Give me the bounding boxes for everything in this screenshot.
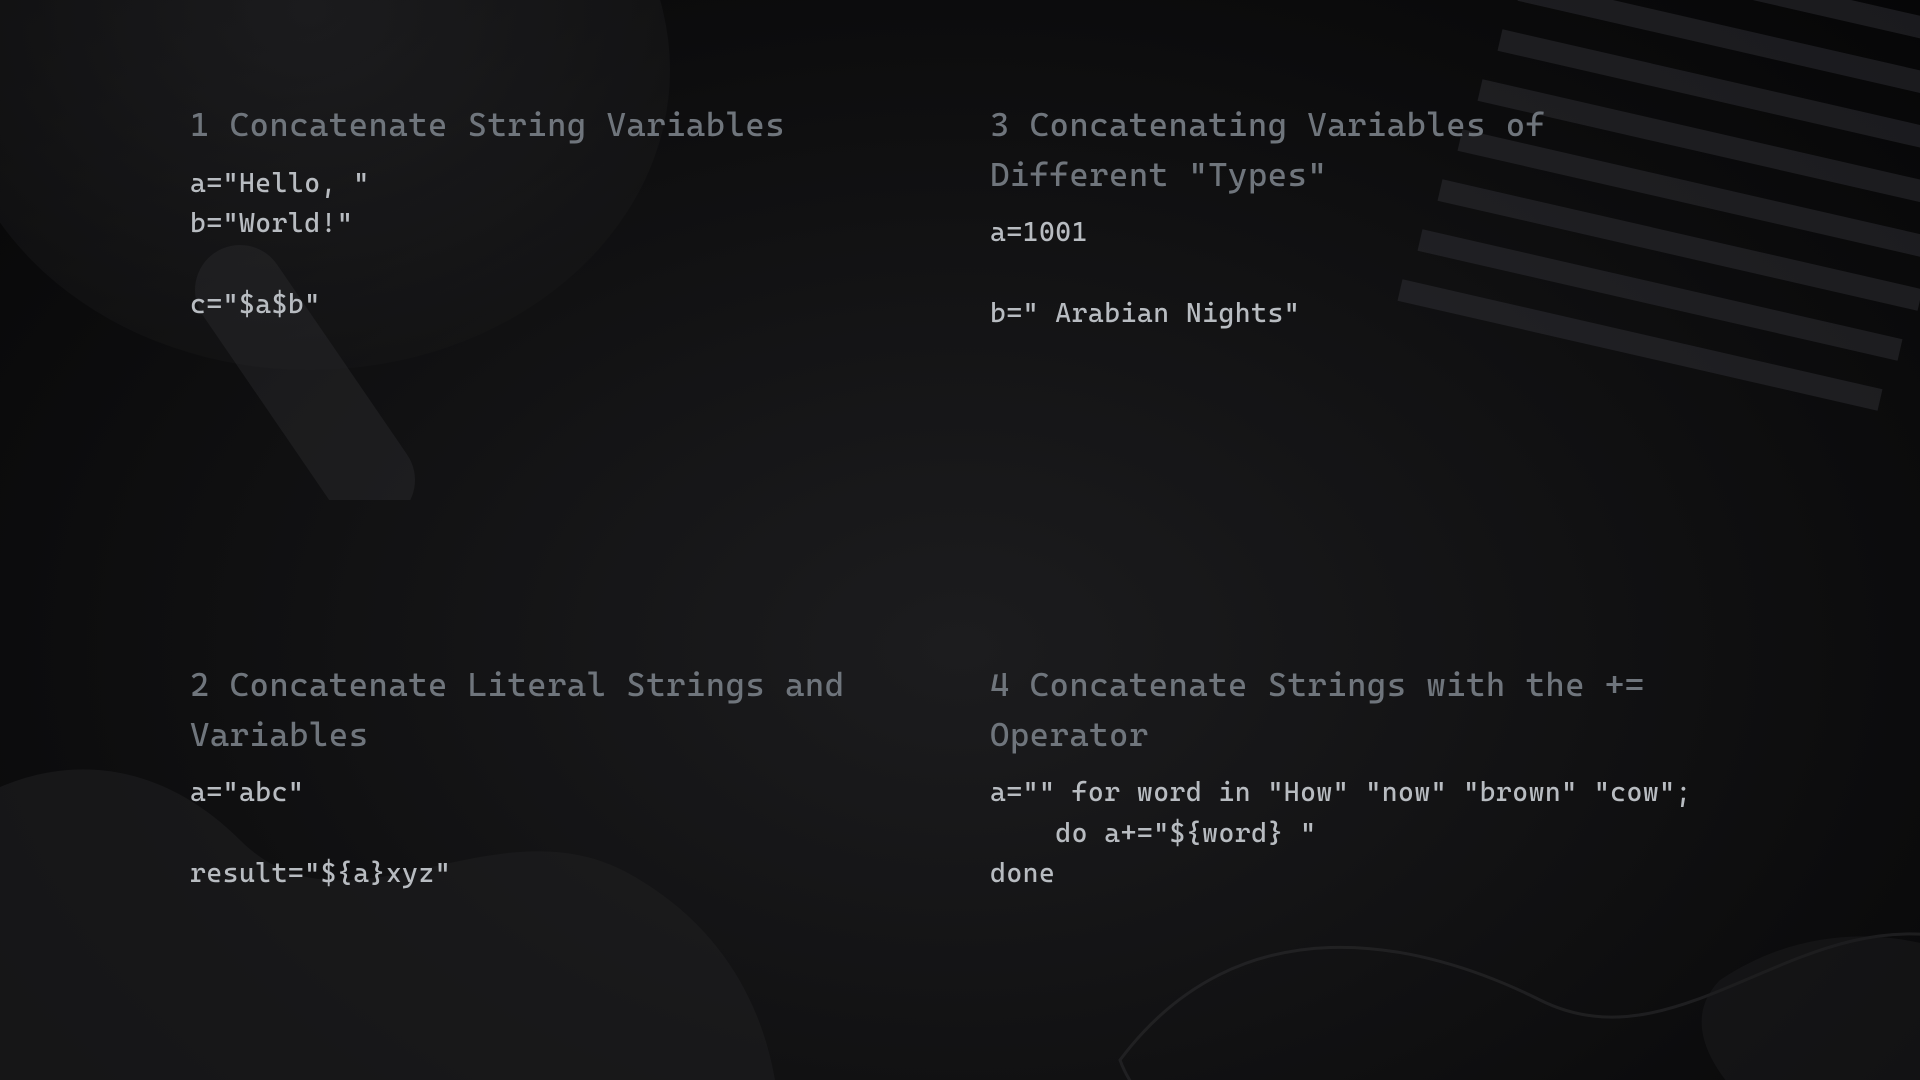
block-title: 2 Concatenate Literal Strings and Variab… — [190, 660, 910, 759]
code-snippet: a="" for word in "How" "now" "brown" "co… — [990, 773, 1710, 895]
block-1: 1 Concatenate String Variables a="Hello,… — [190, 100, 910, 520]
block-title: 3 Concatenating Variables of Different "… — [990, 100, 1710, 199]
block-3: 3 Concatenating Variables of Different "… — [990, 100, 1710, 520]
code-snippet: a="Hello, " b="World!" c="$a$b" — [190, 164, 910, 326]
block-4: 4 Concatenate Strings with the += Operat… — [990, 660, 1710, 1080]
code-snippet: a="abc" result="${a}xyz" — [190, 773, 910, 895]
code-snippet: a=1001 b=" Arabian Nights" — [990, 213, 1710, 335]
block-2: 2 Concatenate Literal Strings and Variab… — [190, 660, 910, 1080]
block-title: 4 Concatenate Strings with the += Operat… — [990, 660, 1710, 759]
content-grid: 1 Concatenate String Variables a="Hello,… — [0, 0, 1920, 1080]
block-title: 1 Concatenate String Variables — [190, 100, 910, 150]
